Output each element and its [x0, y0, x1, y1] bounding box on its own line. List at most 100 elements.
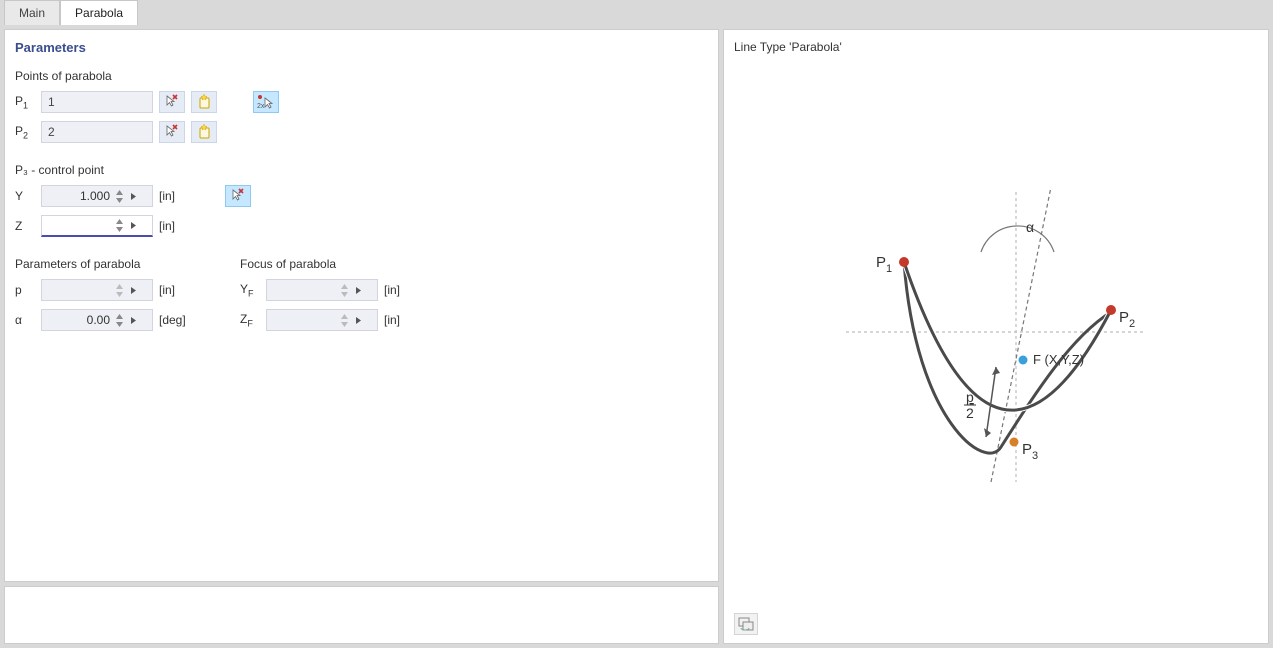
cp-pick-button[interactable]: [225, 185, 251, 207]
control-point-label: P₃ - control point: [15, 163, 708, 177]
fp-y-spin[interactable]: [337, 280, 351, 300]
p1-row: P1 1 2x: [15, 89, 708, 115]
p1-new-button[interactable]: [191, 91, 217, 113]
up-arrow-icon[interactable]: [112, 188, 126, 196]
fp-y-menu[interactable]: [351, 280, 365, 300]
fp-z-unit: [in]: [384, 313, 424, 327]
fp-z-row: ZF [in]: [240, 307, 465, 333]
cp-z-spin[interactable]: [112, 216, 126, 235]
p1-two-points-button[interactable]: 2x: [253, 91, 279, 113]
svg-text:3: 3: [1032, 450, 1038, 462]
fp-z-label: ZF: [240, 312, 266, 328]
dual-screen-icon: [738, 617, 754, 631]
cp-y-row: Y [in]: [15, 183, 708, 209]
new-page-star-icon: [196, 124, 212, 140]
cp-z-unit: [in]: [159, 219, 199, 233]
down-arrow-icon[interactable]: [337, 320, 351, 328]
cp-y-value[interactable]: [42, 186, 112, 206]
preview-toolbar-button[interactable]: [734, 613, 758, 635]
left-column: Parameters Points of parabola P1 1 2x: [0, 25, 723, 648]
cp-z-row: Z [in]: [15, 213, 708, 239]
p1-label: P1: [15, 94, 41, 110]
p2-label: P2: [15, 124, 41, 140]
svg-text:P: P: [876, 254, 886, 271]
new-page-star-icon: [196, 94, 212, 110]
p2-pick-button[interactable]: [159, 121, 185, 143]
parabola-svg: α P 1 P 2 P 3 F (X,Y,Z): [826, 162, 1166, 502]
pp-p-menu[interactable]: [126, 280, 140, 300]
up-arrow-icon[interactable]: [337, 312, 351, 320]
pp-p-row: p [in]: [15, 277, 240, 303]
parabola-diagram: α P 1 P 2 P 3 F (X,Y,Z): [734, 60, 1258, 603]
pp-a-input[interactable]: [41, 309, 153, 331]
content: Parameters Points of parabola P1 1 2x: [0, 25, 1273, 648]
p1-pick-button[interactable]: [159, 91, 185, 113]
pp-p-spin[interactable]: [112, 280, 126, 300]
pp-a-menu[interactable]: [126, 310, 140, 330]
p2-new-button[interactable]: [191, 121, 217, 143]
pp-a-label: α: [15, 313, 41, 327]
pp-a-spin[interactable]: [112, 310, 126, 330]
svg-text:2: 2: [1129, 318, 1135, 330]
fp-z-value[interactable]: [267, 310, 337, 330]
svg-text:p: p: [966, 389, 974, 405]
svg-text:1: 1: [886, 263, 892, 275]
focus-of-parabola-label: Focus of parabola: [240, 257, 465, 271]
comment-panel[interactable]: [4, 586, 719, 644]
two-points-cursor-icon: 2x: [257, 94, 275, 110]
svg-text:F (X,Y,Z): F (X,Y,Z): [1033, 352, 1084, 367]
fp-y-unit: [in]: [384, 283, 424, 297]
parameters-of-parabola-label: Parameters of parabola: [15, 257, 240, 271]
p2-row: P2 2: [15, 119, 708, 145]
tab-parabola[interactable]: Parabola: [60, 0, 138, 25]
down-arrow-icon[interactable]: [112, 226, 126, 234]
cp-y-spin[interactable]: [112, 186, 126, 206]
fp-y-input[interactable]: [266, 279, 378, 301]
tab-main[interactable]: Main: [4, 0, 60, 25]
pp-p-value[interactable]: [42, 280, 112, 300]
pp-a-row: α [deg]: [15, 307, 240, 333]
cursor-x-icon: [164, 124, 180, 140]
fp-z-input[interactable]: [266, 309, 378, 331]
cp-z-input[interactable]: [41, 215, 153, 237]
down-arrow-icon[interactable]: [112, 320, 126, 328]
cursor-x-icon: [164, 94, 180, 110]
fp-y-label: YF: [240, 282, 266, 298]
svg-text:2x: 2x: [257, 103, 265, 110]
down-arrow-icon[interactable]: [112, 196, 126, 204]
pp-p-label: p: [15, 283, 41, 297]
up-arrow-icon[interactable]: [112, 312, 126, 320]
up-arrow-icon[interactable]: [112, 218, 126, 226]
down-arrow-icon[interactable]: [112, 290, 126, 298]
fp-z-spin[interactable]: [337, 310, 351, 330]
svg-text:2: 2: [966, 405, 974, 421]
p1-field[interactable]: 1: [41, 91, 153, 113]
pp-p-unit: [in]: [159, 283, 199, 297]
cp-y-menu[interactable]: [126, 186, 140, 206]
fp-y-value[interactable]: [267, 280, 337, 300]
pp-a-value[interactable]: [42, 310, 112, 330]
fp-y-row: YF [in]: [240, 277, 465, 303]
points-of-parabola-label: Points of parabola: [15, 69, 708, 83]
p2-field[interactable]: 2: [41, 121, 153, 143]
down-arrow-icon[interactable]: [337, 290, 351, 298]
svg-text:P: P: [1022, 441, 1032, 458]
svg-text:α: α: [1026, 219, 1034, 235]
cp-y-label: Y: [15, 189, 41, 203]
fp-z-menu[interactable]: [351, 310, 365, 330]
cp-y-unit: [in]: [159, 189, 199, 203]
cp-y-input[interactable]: [41, 185, 153, 207]
up-arrow-icon[interactable]: [112, 282, 126, 290]
pp-a-unit: [deg]: [159, 313, 199, 327]
up-arrow-icon[interactable]: [337, 282, 351, 290]
cp-z-menu[interactable]: [126, 216, 140, 235]
cp-z-label: Z: [15, 219, 41, 233]
cursor-x-icon: [230, 188, 246, 204]
section-title: Parameters: [15, 40, 708, 55]
pp-p-input[interactable]: [41, 279, 153, 301]
preview-title: Line Type 'Parabola': [734, 40, 1258, 54]
svg-text:P: P: [1119, 309, 1129, 326]
parameters-panel: Parameters Points of parabola P1 1 2x: [4, 29, 719, 582]
tabstrip: Main Parabola: [0, 0, 1273, 25]
cp-z-value[interactable]: [42, 216, 112, 235]
